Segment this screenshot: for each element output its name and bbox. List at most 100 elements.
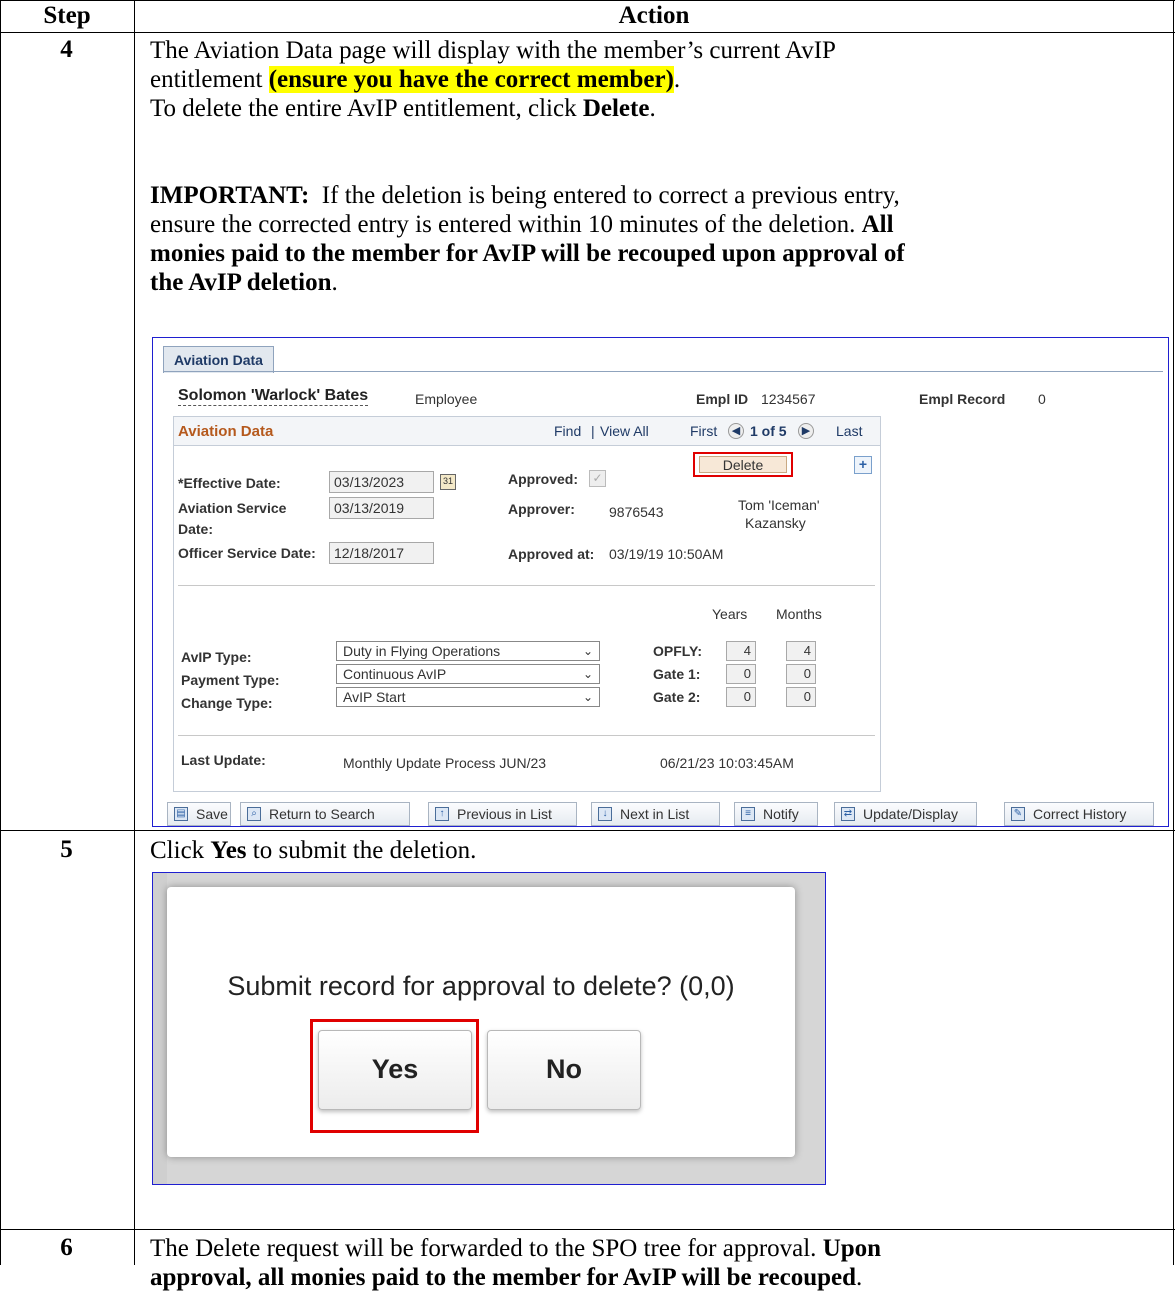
effective-date-field[interactable]: 03/13/2023 bbox=[329, 471, 434, 493]
step5-instruction: Click Yes to submit the deletion. bbox=[150, 837, 477, 864]
header-step: Step bbox=[43, 2, 91, 29]
chevron-down-icon: ⌄ bbox=[582, 644, 593, 658]
chevron-down-icon: ⌄ bbox=[582, 667, 593, 681]
step4-line2: entitlement (ensure you have the correct… bbox=[150, 66, 681, 93]
link-separator: | bbox=[591, 423, 595, 439]
step4-line6: monies paid to the member for AvIP will … bbox=[150, 240, 905, 267]
yes-button[interactable]: Yes bbox=[318, 1030, 472, 1110]
opfly-years-field: 4 bbox=[726, 641, 756, 661]
table-border-right bbox=[1173, 0, 1174, 1265]
opfly-label: OPFLY: bbox=[653, 643, 703, 659]
next-arrow-icon[interactable]: ▶ bbox=[798, 423, 814, 439]
approver-name-line1: Tom 'Iceman' bbox=[738, 497, 820, 513]
empl-record-value: 0 bbox=[1038, 391, 1046, 407]
previous-in-list-button[interactable]: ↑ Previous in List bbox=[428, 802, 577, 826]
section-separator bbox=[178, 735, 875, 736]
step4-line3: To delete the entire AvIP entitlement, c… bbox=[150, 95, 656, 122]
correct-history-button[interactable]: ✎ Correct History bbox=[1004, 802, 1154, 826]
notify-icon: ≡ bbox=[741, 807, 755, 821]
years-header: Years bbox=[712, 606, 748, 622]
confirm-dialog: Submit record for approval to delete? (0… bbox=[167, 887, 795, 1157]
search-icon: ⌕ bbox=[247, 807, 261, 821]
avip-type-label: AvIP Type: bbox=[181, 649, 252, 665]
aviation-service-label: Aviation Service bbox=[178, 500, 287, 516]
approver-id: 9876543 bbox=[609, 504, 664, 520]
avip-type-select[interactable]: Duty in Flying Operations ⌄ bbox=[336, 641, 600, 661]
record-counter: 1 of 5 bbox=[750, 423, 787, 439]
empl-id-value: 1234567 bbox=[761, 391, 816, 407]
step6-line2: approval, all monies paid to the member … bbox=[150, 1264, 863, 1291]
gate1-months-field: 0 bbox=[786, 664, 816, 684]
change-type-select[interactable]: AvIP Start ⌄ bbox=[336, 687, 600, 707]
step4-line5: ensure the corrected entry is entered wi… bbox=[150, 211, 894, 238]
aviation-data-screenshot: Aviation Data Solomon 'Warlock' Bates Em… bbox=[152, 337, 1169, 827]
row-divider bbox=[0, 830, 1175, 831]
view-all-link[interactable]: View All bbox=[600, 423, 649, 439]
officer-service-label: Officer Service Date: bbox=[178, 545, 316, 561]
last-update-process: Monthly Update Process JUN/23 bbox=[343, 755, 547, 771]
employee-name: Solomon 'Warlock' Bates bbox=[178, 387, 369, 406]
save-button[interactable]: ▤ Save bbox=[167, 802, 231, 826]
gate2-years-field: 0 bbox=[726, 687, 756, 707]
gate2-label: Gate 2: bbox=[653, 689, 701, 705]
last-link[interactable]: Last bbox=[836, 423, 862, 439]
delete-button[interactable]: Delete bbox=[699, 456, 787, 473]
step-number: 5 bbox=[60, 836, 73, 863]
approver-name-line2: Kazansky bbox=[745, 515, 806, 531]
confirm-dialog-screenshot: Submit record for approval to delete? (0… bbox=[152, 872, 826, 1185]
gate1-label: Gate 1: bbox=[653, 666, 701, 682]
update-display-button[interactable]: ⇄ Update/Display bbox=[834, 802, 977, 826]
aviation-service-label-cont: Date: bbox=[178, 521, 214, 537]
gate1-years-field: 0 bbox=[726, 664, 756, 684]
step6-line1: The Delete request will be forwarded to … bbox=[150, 1235, 882, 1262]
down-list-icon: ↓ bbox=[598, 807, 612, 821]
step-number: 4 bbox=[60, 36, 73, 63]
empl-record-label: Empl Record bbox=[919, 391, 1006, 407]
find-link[interactable]: Find bbox=[554, 423, 581, 439]
calendar-icon[interactable]: 31 bbox=[440, 474, 456, 490]
opfly-months-field: 4 bbox=[786, 641, 816, 661]
column-divider bbox=[134, 0, 135, 1265]
change-type-label: Change Type: bbox=[181, 695, 273, 711]
last-update-time: 06/21/23 10:03:45AM bbox=[660, 755, 794, 771]
effective-date-label: *Effective Date: bbox=[178, 475, 281, 491]
officer-service-date-field: 12/18/2017 bbox=[329, 542, 434, 564]
approver-label: Approver: bbox=[508, 501, 575, 517]
approved-at-label: Approved at: bbox=[508, 546, 595, 562]
first-link[interactable]: First bbox=[690, 423, 717, 439]
step-number: 6 bbox=[60, 1234, 73, 1261]
procedure-table: Step Action 4 The Aviation Data page wil… bbox=[0, 0, 1175, 1291]
grid-header: Aviation Data Find | View All First ◀ 1 … bbox=[174, 417, 880, 446]
page-toolbar: ▤ Save ⌕ Return to Search ↑ Previous in Lis… bbox=[163, 802, 1162, 828]
next-in-list-button[interactable]: ↓ Next in List bbox=[591, 802, 720, 826]
step4-important: IMPORTANT: If the deletion is being ente… bbox=[150, 182, 900, 209]
add-row-button[interactable]: + bbox=[854, 456, 872, 474]
header-action: Action bbox=[618, 2, 690, 29]
table-border-left bbox=[0, 0, 1, 1265]
delete-button-highlight: Delete bbox=[693, 452, 793, 477]
empl-id-label: Empl ID bbox=[696, 391, 749, 407]
notify-button[interactable]: ≡ Notify bbox=[734, 802, 818, 826]
last-update-label: Last Update: bbox=[181, 752, 266, 768]
step4-line7: the AvIP deletion. bbox=[150, 269, 338, 296]
aviation-service-date-field: 03/13/2019 bbox=[329, 497, 434, 519]
tab-aviation-data[interactable]: Aviation Data bbox=[163, 346, 274, 373]
prev-arrow-icon[interactable]: ◀ bbox=[728, 423, 744, 439]
chevron-down-icon: ⌄ bbox=[582, 690, 593, 704]
months-header: Months bbox=[776, 606, 822, 622]
background-fragment bbox=[153, 873, 167, 1184]
table-header-divider bbox=[0, 32, 1175, 33]
grid-title: Aviation Data bbox=[178, 423, 274, 440]
section-separator bbox=[178, 585, 875, 586]
gate2-months-field: 0 bbox=[786, 687, 816, 707]
payment-type-label: Payment Type: bbox=[181, 672, 280, 688]
correct-history-icon: ✎ bbox=[1011, 807, 1025, 821]
save-icon: ▤ bbox=[174, 807, 188, 821]
employee-role: Employee bbox=[415, 391, 478, 407]
tab-underline bbox=[163, 371, 1163, 372]
payment-type-select[interactable]: Continuous AvIP ⌄ bbox=[336, 664, 600, 684]
return-to-search-button[interactable]: ⌕ Return to Search bbox=[240, 802, 410, 826]
no-button[interactable]: No bbox=[487, 1030, 641, 1110]
highlight-note: (ensure you have the correct member) bbox=[268, 66, 674, 93]
dialog-message: Submit record for approval to delete? (0… bbox=[227, 971, 735, 1001]
